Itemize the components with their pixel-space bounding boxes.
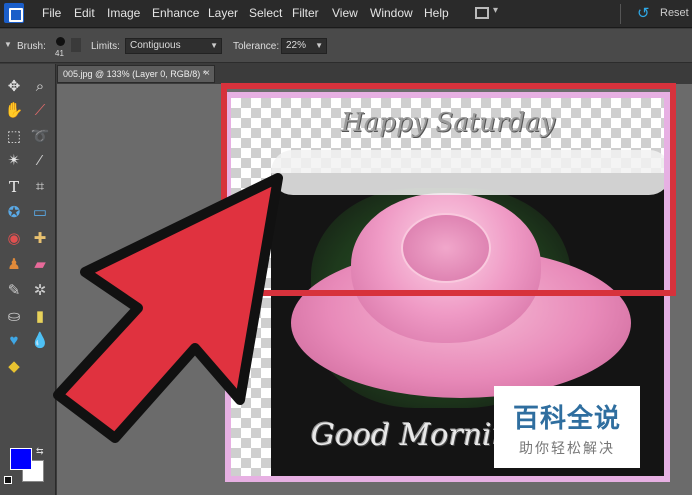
menu-view[interactable]: View [332,6,358,20]
app-icon[interactable] [4,3,24,23]
default-colors-icon[interactable] [4,476,12,484]
marquee-tool-icon[interactable]: ⬚ [3,126,25,148]
document-tab[interactable]: 005.jpg @ 133% (Layer 0, RGB/8) * × [57,65,215,83]
tolerance-field[interactable]: 22% ▼ [281,38,327,54]
watermark: 百科全说 助你轻松解决 [494,386,640,468]
limits-select[interactable]: Contiguous ▼ [125,38,222,54]
reset-icon[interactable]: ↺ [637,4,650,22]
brush-label: Brush: [17,41,46,52]
menu-filter[interactable]: Filter [292,6,319,20]
foreground-color-swatch[interactable] [10,448,32,470]
brush-picker-button[interactable] [71,38,81,52]
limits-label: Limits: [91,41,120,52]
tolerance-value: 22% [286,40,307,51]
watermark-title: 百科全说 [512,404,621,434]
chevron-down-icon: ▼ [210,41,218,50]
pointer-arrow-icon [53,173,283,443]
workspace-layout-button[interactable]: ▾ [472,5,502,22]
lasso-tool-icon[interactable]: ➰ [29,126,51,148]
tool-preset-caret-icon[interactable]: ▼ [4,40,12,49]
chevron-down-icon: ▾ [493,5,499,16]
menu-edit[interactable]: Edit [74,6,95,20]
watermark-subtitle: 助你轻松解决 [519,441,615,457]
menu-file[interactable]: File [42,6,61,20]
menu-window[interactable]: Window [370,6,413,20]
close-icon[interactable]: × [204,68,210,79]
move-tool-icon[interactable]: ✥ [3,76,25,98]
sponge-tool-icon[interactable]: ◆ [3,356,25,378]
menu-divider [620,4,621,24]
paint-bucket-tool-icon[interactable]: ⛀ [3,306,25,328]
brush-tool-icon[interactable]: ✎ [3,280,25,302]
clone-stamp-tool-icon[interactable]: ♟ [3,254,25,276]
brush-size-value: 41 [55,49,64,58]
magic-wand-tool-icon[interactable]: ✴ [3,150,25,172]
type-tool-icon[interactable]: T [3,176,25,198]
chevron-down-icon: ▼ [315,41,323,50]
menu-help[interactable]: Help [424,6,449,20]
limits-select-value: Contiguous [130,40,181,51]
eyedropper-tool-icon[interactable]: ⟋ [29,100,51,122]
tolerance-label: Tolerance: [233,41,280,52]
red-eye-tool-icon[interactable]: ◉ [3,228,25,250]
menu-image[interactable]: Image [107,6,140,20]
cookie-cutter-tool-icon[interactable]: ✪ [3,202,25,224]
menu-layer[interactable]: Layer [208,6,238,20]
document-tab-title: 005.jpg @ 133% (Layer 0, RGB/8) * [63,69,207,79]
shape-tool-icon[interactable]: ♥ [3,330,25,352]
reset-button[interactable]: Reset [660,7,689,19]
zoom-tool-icon[interactable]: ⌕ [29,76,51,98]
tool-options-bar: ▼ Brush: 41 Limits: Contiguous ▼ Toleran… [0,29,692,63]
layout-grid-icon [475,7,489,19]
menu-enhance[interactable]: Enhance [152,6,199,20]
hand-tool-icon[interactable]: ✋ [3,100,25,122]
menu-select[interactable]: Select [249,6,282,20]
brush-preview-icon[interactable] [56,37,65,46]
menu-bar: File Edit Image Enhance Layer Select Fil… [0,0,692,28]
